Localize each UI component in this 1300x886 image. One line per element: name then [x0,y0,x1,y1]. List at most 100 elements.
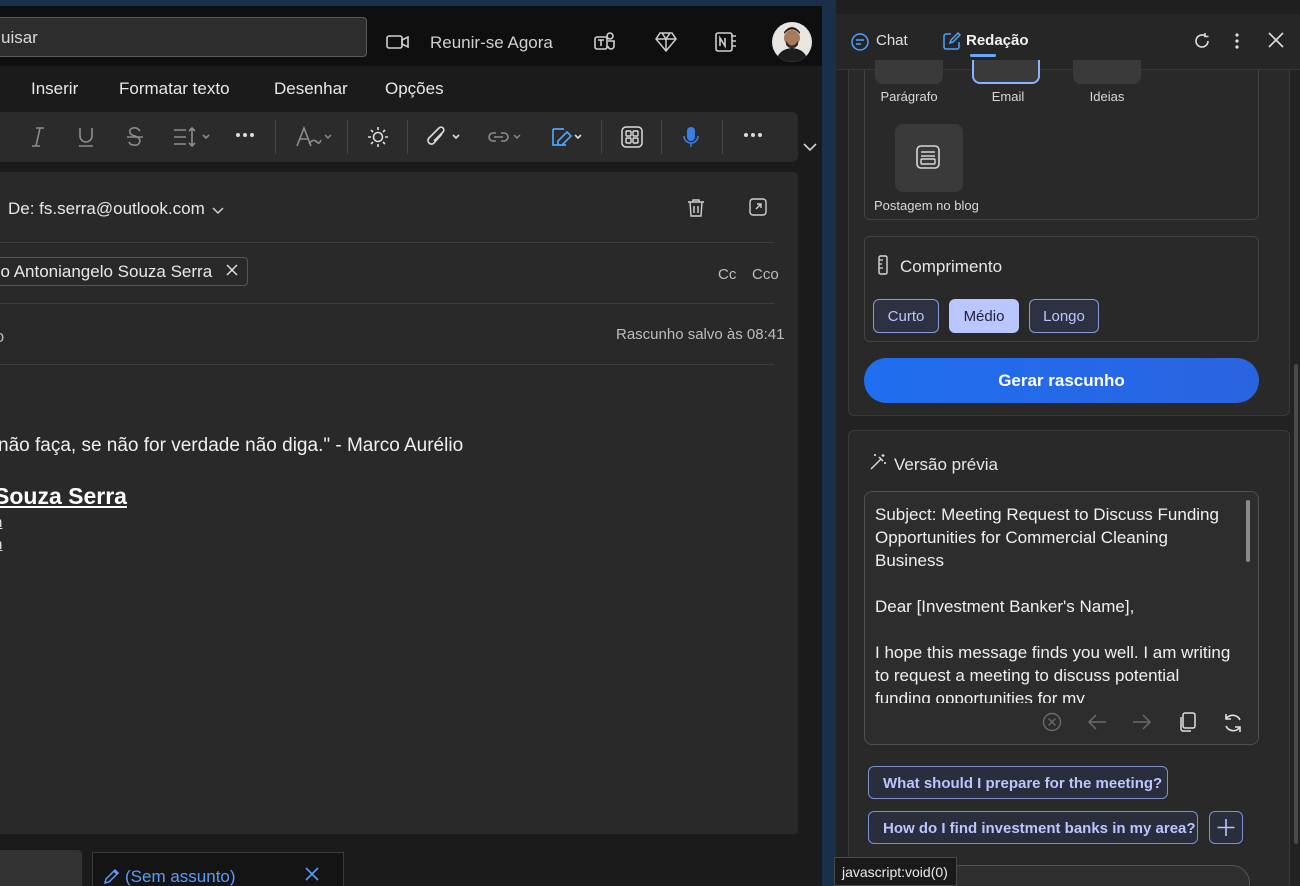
format-blog-label[interactable]: Postagem no blog [874,198,979,213]
divider [0,364,774,365]
suggestion-chip[interactable]: What should I prepare for the meeting? [868,766,1168,799]
toolbar-divider [407,120,408,154]
attach-icon[interactable] [427,126,467,148]
toolbar-divider [275,120,276,154]
format-ideas-label[interactable]: Ideias [1057,89,1157,104]
length-title: Comprimento [900,257,1003,276]
premium-diamond-icon[interactable] [654,31,678,53]
close-icon[interactable] [1268,32,1284,48]
tab-compose[interactable]: Redação [966,32,1029,49]
pencil-icon [103,867,121,885]
draft-tab-label: (Sem assunto) [125,867,236,886]
link-icon[interactable] [487,126,527,148]
next-arrow-icon[interactable] [1131,712,1153,732]
ribbon-menu: Inserir Formatar texto Desenhar Opções [0,66,822,110]
length-selector: Comprimento Curto Médio Longo [864,236,1259,342]
refresh-icon[interactable] [1193,32,1211,50]
previous-arrow-icon[interactable] [1086,712,1108,732]
regenerate-icon[interactable] [1222,712,1244,734]
dictate-mic-icon[interactable] [683,126,699,148]
line-spacing-icon[interactable] [172,126,212,148]
signature-link[interactable]: n [0,514,2,531]
menu-draw[interactable]: Desenhar [274,79,348,99]
pane-divider[interactable] [822,0,836,886]
format-paragraph-label[interactable]: Parágrafo [859,89,959,104]
add-suggestion-button[interactable] [1209,811,1243,844]
toolbar-divider [601,120,602,154]
format-paragraph-tile[interactable] [875,60,943,84]
suggestion-chip[interactable]: How do I find investment banks in my are… [868,811,1198,844]
length-medium-button[interactable]: Médio [949,299,1019,333]
brightness-icon[interactable] [367,126,389,148]
video-camera-icon[interactable] [386,34,410,50]
chevron-down-icon[interactable] [212,207,224,215]
chevron-down-icon[interactable] [802,142,818,152]
bcc-button[interactable]: Cco [752,266,779,283]
recipient-chip[interactable]: do Antoniangelo Souza Serra [0,257,248,286]
strikethrough-icon[interactable] [125,126,145,148]
top-bar: uisar Reunir-se Agora [0,6,822,66]
remove-recipient-icon[interactable] [226,264,238,276]
preview-text[interactable]: Subject: Meeting Request to Discuss Fund… [875,503,1235,703]
format-ideas-tile[interactable] [1073,60,1141,84]
italic-icon[interactable] [28,126,48,148]
magic-wand-icon [869,453,887,471]
compose-edit-icon[interactable] [942,31,962,51]
chat-icon[interactable] [850,32,870,52]
more-vertical-icon[interactable] [1234,32,1240,50]
bottom-action-button[interactable] [944,865,1250,886]
preview-scrollbar[interactable] [1246,500,1250,562]
preview-title: Versão prévia [894,455,998,474]
body-quote[interactable]: não faça, se não for verdade não diga." … [0,435,463,457]
ruler-icon [877,255,889,275]
close-icon[interactable] [305,867,319,881]
menu-format-text[interactable]: Formatar texto [119,79,230,99]
popout-window-icon[interactable] [749,198,767,216]
meet-now-button[interactable]: Reunir-se Agora [430,33,553,53]
more-formatting-icon[interactable] [235,132,255,138]
format-selector: Parágrafo Email Ideias Postagem no blog [864,60,1259,220]
discard-trash-icon[interactable] [687,198,705,218]
onenote-icon[interactable] [714,30,738,54]
draft-saved-status: Rascunho salvo às 08:41 [616,326,785,343]
preview-text-box[interactable]: Subject: Meeting Request to Discuss Fund… [864,491,1259,745]
copilot-pane: Chat Redação Parágrafo Email Ideias Post… [836,14,1300,886]
editor-icon[interactable] [295,126,335,148]
format-email-label[interactable]: Email [958,89,1058,104]
compose-pane: De: fs.serra@outlook.com do Antoniangelo… [0,172,798,834]
underline-icon[interactable] [76,126,96,148]
divider [0,303,774,304]
toolbar-divider [347,120,348,154]
bottom-tab-strip [0,850,82,886]
apps-icon[interactable] [621,126,643,148]
copy-icon[interactable] [1179,712,1197,732]
formatting-toolbar [0,112,798,162]
pane-scrollbar[interactable] [1294,364,1298,844]
cancel-circle-icon[interactable] [1042,712,1062,732]
compose-options-card: Parágrafo Email Ideias Postagem no blog … [848,60,1290,416]
subject-field[interactable]: to [0,327,4,347]
teams-icon[interactable] [593,30,617,54]
search-input[interactable]: uisar [0,17,367,57]
more-options-icon[interactable] [743,132,763,138]
menu-insert[interactable]: Inserir [31,79,78,99]
tab-chat[interactable]: Chat [876,32,908,49]
blog-post-icon [915,144,941,170]
format-blog-tile[interactable] [895,124,963,192]
length-short-button[interactable]: Curto [873,299,939,333]
signature-link[interactable]: n [0,536,2,553]
signature-icon[interactable] [550,126,590,148]
avatar[interactable] [772,22,812,62]
preview-card: Versão prévia Subject: Meeting Request t… [848,430,1290,886]
status-bar-url: javascript:void(0) [834,857,957,886]
signature-name[interactable]: Souza Serra [0,483,127,510]
menu-options[interactable]: Opções [385,79,444,99]
cc-button[interactable]: Cc [718,266,736,283]
draft-tab[interactable]: (Sem assunto) [92,852,344,886]
active-tab-indicator [970,54,996,57]
length-long-button[interactable]: Longo [1029,299,1099,333]
format-email-tile[interactable] [972,60,1040,84]
from-field[interactable]: De: fs.serra@outlook.com [8,199,205,219]
divider [0,242,774,243]
generate-draft-button[interactable]: Gerar rascunho [864,358,1259,403]
